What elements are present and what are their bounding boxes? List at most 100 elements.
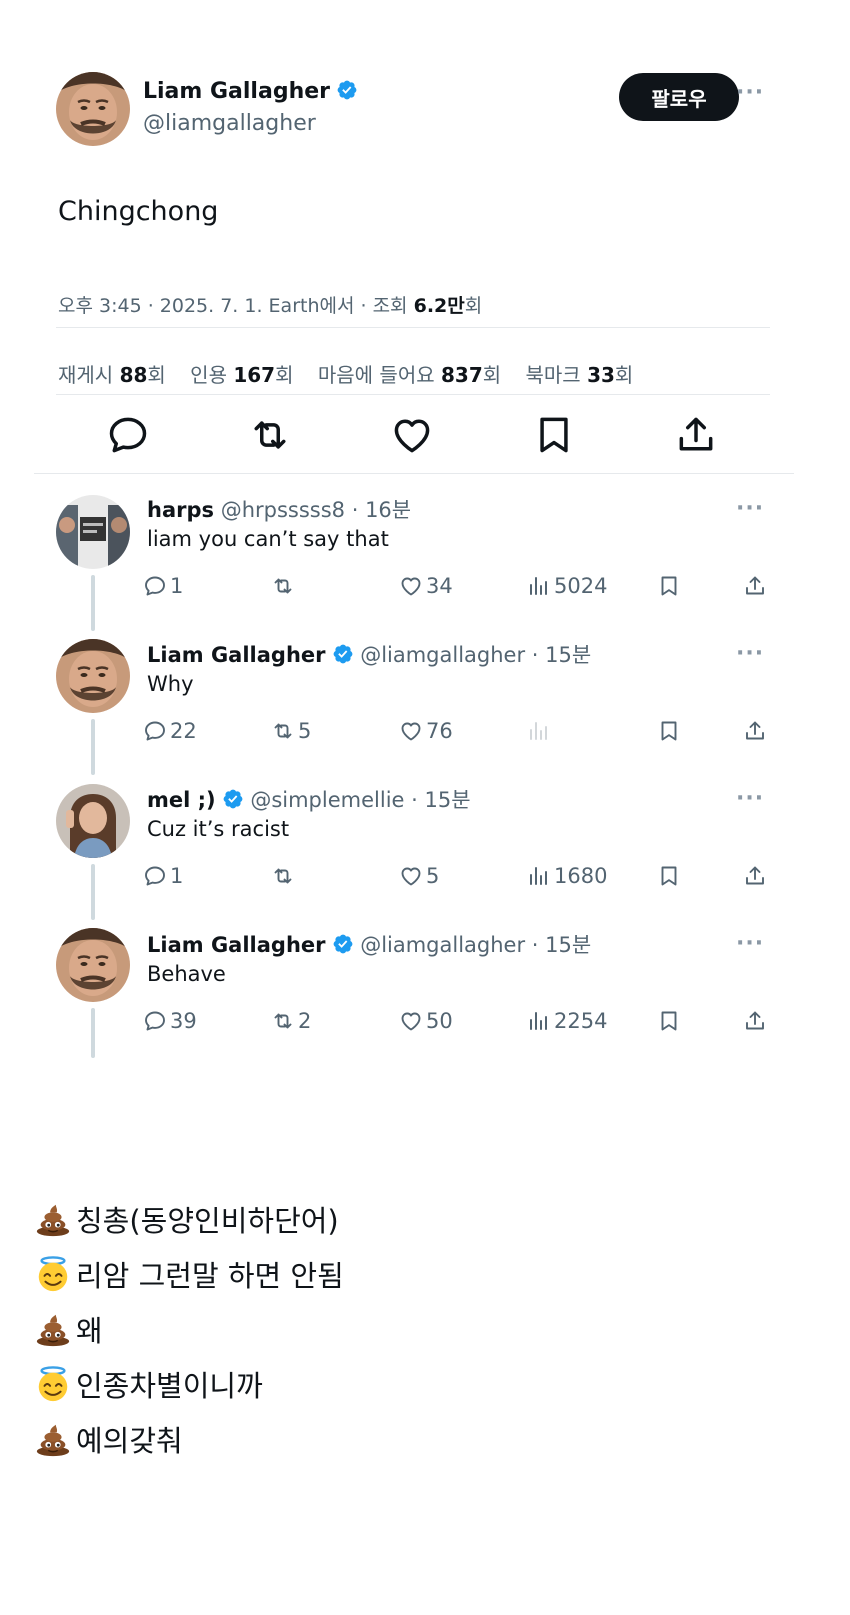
engagement-stats: 재게시 88회 인용 167회 마음에 들어요 837회 북마크 33회 — [58, 359, 633, 388]
tweet-meta: 오후 3:45 · 2025. 7. 1. Earth에서 · 조회 6.2만회 — [58, 291, 482, 318]
like-icon — [399, 719, 423, 743]
reply-button[interactable]: 22 — [143, 719, 197, 743]
reply-avatar[interactable] — [56, 928, 130, 1002]
stat-unit: 회 — [482, 363, 502, 387]
retweet-icon[interactable] — [248, 413, 292, 457]
thread-line — [91, 575, 95, 631]
reply-author-handle[interactable]: @simplemellie · 15분 — [250, 788, 470, 812]
share-button[interactable] — [743, 1009, 770, 1033]
retweet-icon — [271, 864, 295, 888]
bookmark-button[interactable] — [657, 719, 684, 743]
more-options-icon[interactable]: ··· — [736, 80, 764, 105]
author-name-row[interactable]: Liam Gallagher — [143, 79, 358, 104]
stat-quotes[interactable]: 인용 167회 — [190, 363, 293, 387]
author-name[interactable]: Liam Gallagher — [143, 79, 330, 104]
reply-header: mel ;) @simplemellie · 15분 — [147, 784, 471, 814]
reply-author-handle[interactable]: @liamgallagher · 15분 — [360, 643, 591, 667]
like-icon[interactable] — [390, 413, 434, 457]
views-button[interactable]: 5024 — [527, 574, 607, 598]
more-options-icon[interactable]: ··· — [736, 496, 764, 521]
caption-text: 왜 — [76, 1314, 103, 1348]
stat-likes-count: 837 — [440, 363, 483, 387]
reply-button[interactable]: 1 — [143, 574, 183, 598]
caption-text: 리암 그런말 하면 안됨 — [76, 1259, 344, 1293]
tweet-meta-time-source: 오후 3:45 · 2025. 7. 1. Earth에서 · 조회 — [58, 295, 414, 317]
bookmark-button[interactable] — [657, 574, 684, 598]
like-button[interactable]: 50 — [399, 1009, 453, 1033]
bookmark-icon — [657, 719, 681, 743]
bookmark-icon[interactable] — [532, 413, 576, 457]
bookmark-button[interactable] — [657, 1009, 684, 1033]
like-icon — [399, 574, 423, 598]
stat-retweets-count: 88 — [119, 363, 148, 387]
views-icon — [527, 719, 551, 743]
tweet-text: Chingchong — [58, 196, 219, 227]
caption-line: 예의갖춰 — [34, 1418, 183, 1460]
author-avatar[interactable] — [56, 72, 130, 146]
thread-line — [91, 864, 95, 920]
author-handle[interactable]: @liamgallagher — [143, 111, 316, 136]
stat-bookmarks-label: 북마크 — [525, 363, 588, 387]
like-button[interactable]: 34 — [399, 574, 453, 598]
share-icon[interactable] — [674, 413, 718, 457]
reply-header: Liam Gallagher @liamgallagher · 15분 — [147, 639, 591, 669]
retweet-icon — [271, 574, 295, 598]
share-button[interactable] — [743, 574, 770, 598]
reply-avatar[interactable] — [56, 784, 130, 858]
divider — [56, 327, 770, 328]
reply-author-name[interactable]: Liam Gallagher — [147, 643, 326, 667]
retweet-button[interactable]: 2 — [271, 1009, 311, 1033]
reply-text: liam you can’t say that — [147, 527, 389, 551]
like-icon — [399, 864, 423, 888]
views-icon — [527, 864, 551, 888]
like-button[interactable]: 5 — [399, 864, 439, 888]
bookmark-button[interactable] — [657, 864, 684, 888]
like-count: 50 — [426, 1009, 453, 1033]
reply-author-handle[interactable]: @liamgallagher · 15분 — [360, 933, 591, 957]
views-button[interactable] — [527, 719, 554, 743]
reply-button[interactable]: 1 — [143, 864, 183, 888]
reply-author-handle[interactable]: @hrpsssss8 · 16분 — [221, 498, 411, 522]
reply-icon[interactable] — [106, 413, 150, 457]
stat-likes[interactable]: 마음에 들어요 837회 — [318, 363, 501, 387]
views-button[interactable]: 1680 — [527, 864, 607, 888]
verified-badge-icon — [222, 788, 244, 810]
reply-author-name[interactable]: Liam Gallagher — [147, 933, 326, 957]
share-icon — [743, 719, 767, 743]
follow-button[interactable]: 팔로우 — [619, 73, 739, 121]
share-button[interactable] — [743, 719, 770, 743]
stat-retweets[interactable]: 재게시 88회 — [58, 363, 166, 387]
retweet-button[interactable]: 5 — [271, 719, 311, 743]
share-icon — [743, 574, 767, 598]
retweet-button[interactable] — [271, 864, 298, 888]
reply-author-name[interactable]: harps — [147, 498, 214, 522]
stat-bookmarks[interactable]: 북마크 33회 — [526, 363, 634, 387]
reply-count: 39 — [170, 1009, 197, 1033]
reply-avatar[interactable] — [56, 639, 130, 713]
stat-quotes-count: 167 — [233, 363, 276, 387]
caption-line: 칭총(동양인비하단어) — [34, 1198, 339, 1240]
reply-avatar[interactable] — [56, 495, 130, 569]
retweet-icon — [271, 719, 295, 743]
stat-retweets-label: 재게시 — [58, 363, 120, 387]
verified-badge-icon — [332, 933, 354, 955]
retweet-button[interactable] — [271, 574, 298, 598]
reply-count: 22 — [170, 719, 197, 743]
reply-author-name[interactable]: mel ;) — [147, 788, 216, 812]
reply-text: Cuz it’s racist — [147, 817, 290, 841]
stat-likes-label: 마음에 들어요 — [317, 363, 441, 387]
like-icon — [399, 1009, 423, 1033]
reply-button[interactable]: 39 — [143, 1009, 197, 1033]
more-options-icon[interactable]: ··· — [736, 931, 764, 956]
more-options-icon[interactable]: ··· — [736, 786, 764, 811]
reply-icon — [143, 574, 167, 598]
more-options-icon[interactable]: ··· — [736, 641, 764, 666]
reply-count: 1 — [170, 864, 184, 888]
like-button[interactable]: 76 — [399, 719, 453, 743]
view-count[interactable]: 6.2만 — [414, 295, 465, 317]
stat-quotes-label: 인용 — [190, 363, 234, 387]
caption-text: 칭총(동양인비하단어) — [76, 1204, 339, 1238]
retweet-count: 5 — [298, 719, 312, 743]
views-button[interactable]: 2254 — [527, 1009, 607, 1033]
share-button[interactable] — [743, 864, 770, 888]
